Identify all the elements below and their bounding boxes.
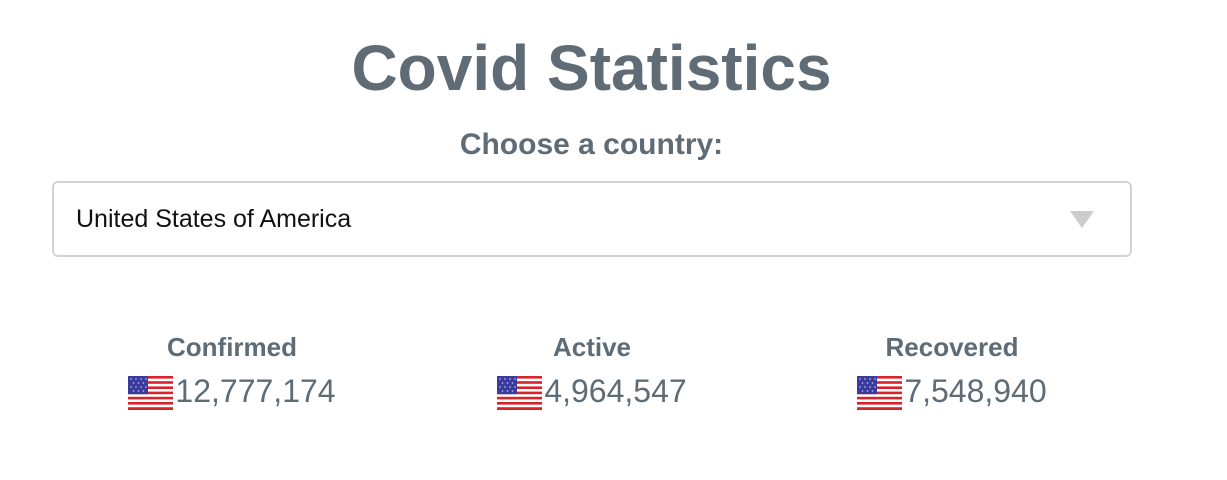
stat-value: 4,964,547 [544, 373, 687, 409]
stat-label: Confirmed [167, 332, 297, 362]
stat-value: 12,777,174 [175, 373, 336, 409]
stat-label: Active [552, 332, 632, 362]
chevron-down-icon[interactable] [1070, 211, 1094, 228]
us-flag-icon [497, 376, 543, 410]
stat-value-row: 12,777,174 [82, 371, 382, 411]
page-title: Covid Statistics [351, 32, 832, 104]
stat-value-row: 4,964,547 [442, 371, 742, 411]
choose-country-label: Choose a country: [459, 128, 724, 161]
stat-active: Active 4,964,547 [442, 330, 742, 411]
stat-value: 7,548,940 [904, 373, 1047, 409]
stat-recovered: Recovered 7,548,940 [802, 330, 1102, 411]
country-select-value: United States of America [76, 205, 352, 233]
us-flag-icon [857, 376, 903, 410]
stat-confirmed: Confirmed 12,777,174 [82, 330, 382, 411]
stat-label: Recovered [885, 332, 1019, 362]
us-flag-icon [128, 376, 174, 410]
stat-value-row: 7,548,940 [802, 371, 1102, 411]
country-select[interactable]: United States of America [52, 181, 1132, 257]
